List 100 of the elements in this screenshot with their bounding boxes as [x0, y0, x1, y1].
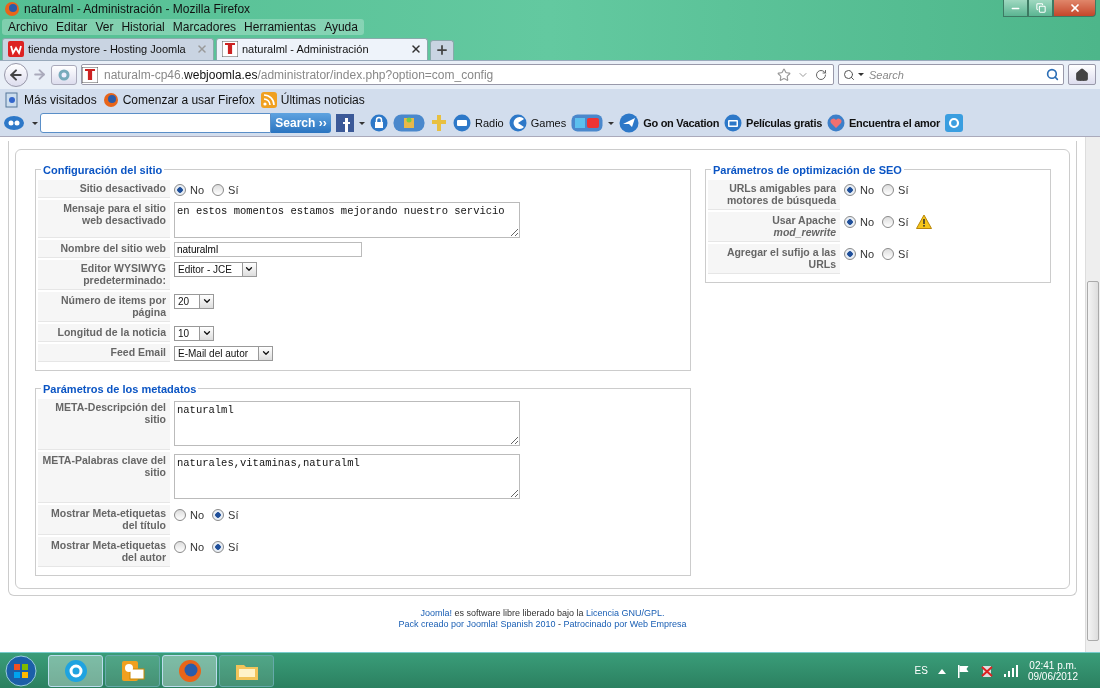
toolbar-link[interactable]: Games [508, 114, 567, 133]
radio-option[interactable]: Sí [212, 181, 239, 196]
radio-option[interactable]: No [174, 538, 205, 553]
menu-item[interactable]: Archivo [4, 20, 52, 35]
taskbar-app[interactable] [105, 654, 160, 687]
field-label: Mensaje para el sitio web desactivado [38, 199, 170, 238]
reload-icon[interactable] [815, 68, 827, 81]
toolbar-link[interactable]: Radio [453, 114, 504, 133]
field-label: Usar Apache mod_rewrite [708, 211, 840, 242]
dropdown[interactable]: 10 [174, 325, 215, 341]
forward-icon[interactable] [32, 67, 47, 83]
radio-option[interactable]: Sí [212, 538, 239, 553]
bookmark-link[interactable]: Últimas noticias [260, 91, 365, 108]
radio-icon [453, 114, 471, 133]
scroll-thumb[interactable] [1087, 280, 1099, 641]
radio-button[interactable] [174, 540, 186, 553]
scrollbar[interactable] [1085, 136, 1100, 653]
radio-option[interactable]: No [174, 506, 205, 521]
skype-icon [62, 657, 89, 684]
radio-button[interactable] [844, 247, 856, 260]
search-bar[interactable]: Search [838, 64, 1064, 86]
clock-date: 09/06/2012 [1027, 670, 1078, 682]
dropdown[interactable]: E-Mail del autor [174, 345, 274, 361]
radio-option[interactable]: No [844, 213, 875, 228]
footer-link[interactable]: Pack creado por Joomla! Spanish 2010 [398, 618, 556, 629]
radio-option[interactable]: No [174, 181, 205, 196]
menu-item[interactable]: Marcadores [168, 20, 241, 35]
menu-item[interactable]: Herramientas [240, 20, 321, 35]
search-button[interactable]: Search ›› [271, 113, 331, 134]
toolbar-search-field[interactable] [40, 113, 271, 134]
identity-button[interactable] [51, 64, 77, 85]
taskbar-app[interactable] [162, 654, 217, 687]
radio-button[interactable] [212, 540, 225, 553]
search-field[interactable]: Search [867, 67, 1043, 82]
browser-tab[interactable]: tienda mystore - Hosting Joomla [2, 37, 214, 60]
radio-option[interactable]: Sí [882, 181, 909, 196]
language-indicator[interactable]: ES [914, 665, 928, 677]
radio-option[interactable]: Sí [882, 245, 909, 260]
radio-option[interactable]: Sí [882, 213, 909, 228]
field-label: Longitud de la noticia [38, 323, 170, 342]
fieldset-title: Configuración del sitio [42, 163, 164, 176]
radio-button[interactable] [882, 247, 895, 260]
close-button[interactable] [1053, 0, 1096, 17]
text-field[interactable]: naturalml [174, 241, 362, 257]
dropdown[interactable]: 20 [174, 293, 215, 309]
taskbar-app[interactable] [219, 654, 274, 687]
radio-button[interactable] [844, 215, 856, 228]
footer-link[interactable]: Patrocinado por Web Empresa [563, 618, 687, 629]
back-arrow-icon [8, 66, 24, 83]
menu-item[interactable]: Editar [52, 20, 92, 35]
toolbar-link[interactable]: Encuentra el amor [827, 114, 940, 133]
menu-item[interactable]: Ayuda [320, 20, 362, 35]
search-icon[interactable] [1046, 68, 1059, 82]
radio-button[interactable] [882, 215, 895, 228]
taskbar-app[interactable] [48, 654, 103, 687]
browser-tab[interactable]: naturalml - Administración [216, 37, 428, 60]
text-area[interactable]: naturalml [174, 400, 520, 446]
tv-icon [724, 114, 743, 133]
footer-link[interactable]: Licencia GNU/GPL. [586, 607, 665, 618]
restore-button[interactable] [1028, 0, 1053, 17]
radio-button[interactable] [844, 183, 856, 196]
close-icon[interactable] [410, 43, 422, 56]
radio-button[interactable] [174, 508, 186, 521]
search-engine-icon[interactable] [843, 68, 855, 81]
toolbar-link[interactable]: Go on Vacation [619, 113, 720, 134]
field-label: Nombre del sitio web [38, 239, 170, 258]
field-label: Número de items por página [38, 291, 170, 322]
radio-option[interactable]: No [844, 245, 875, 260]
radio-option[interactable]: Sí [212, 506, 239, 521]
fieldset-title: Parámetros de los metadatos [42, 382, 198, 395]
radio-option[interactable]: No [844, 181, 875, 196]
up-arrow-icon [937, 667, 946, 674]
footer-link[interactable]: Joomla! [420, 607, 452, 618]
field-label: META-Palabras clave del sitio [38, 451, 170, 503]
field-label: URLs amigables para motores de búsqueda [708, 179, 840, 210]
close-icon [1068, 2, 1081, 14]
field-label: META-Descripción del sitio [38, 398, 170, 450]
firefox-icon [176, 657, 203, 684]
new-tab-button[interactable] [430, 39, 454, 60]
text-area[interactable]: naturales,vitaminas,naturalml [174, 453, 520, 499]
dropdown[interactable]: Editor - JCE [174, 261, 257, 277]
bookmark-link[interactable]: Comenzar a usar Firefox [102, 91, 255, 108]
star-icon[interactable] [777, 67, 791, 82]
flag-icon [955, 663, 970, 678]
radio-button[interactable] [174, 183, 186, 196]
radio-button[interactable] [212, 508, 225, 521]
menu-item[interactable]: Historial [117, 20, 169, 35]
radio-button[interactable] [882, 183, 895, 196]
home-button[interactable] [1068, 64, 1096, 86]
back-button[interactable] [4, 62, 28, 87]
text-area[interactable]: en estos momentos estamos mejorando nuestro servicio [174, 201, 520, 238]
bookmark-link[interactable]: Más visitados [4, 91, 97, 108]
menu-item[interactable]: Ver [91, 20, 118, 35]
minimize-button[interactable] [1003, 0, 1028, 17]
field-label: Editor WYSIWYG predeterminado: [38, 259, 170, 290]
cross-icon [430, 114, 448, 133]
toolbar-link[interactable]: Películas gratis [724, 114, 822, 133]
address-field[interactable]: naturalm-cp46.webjoomla.es/administrator/index.php?option=com_config [81, 64, 834, 86]
signal-icon [1003, 664, 1018, 677]
radio-button[interactable] [212, 183, 225, 196]
